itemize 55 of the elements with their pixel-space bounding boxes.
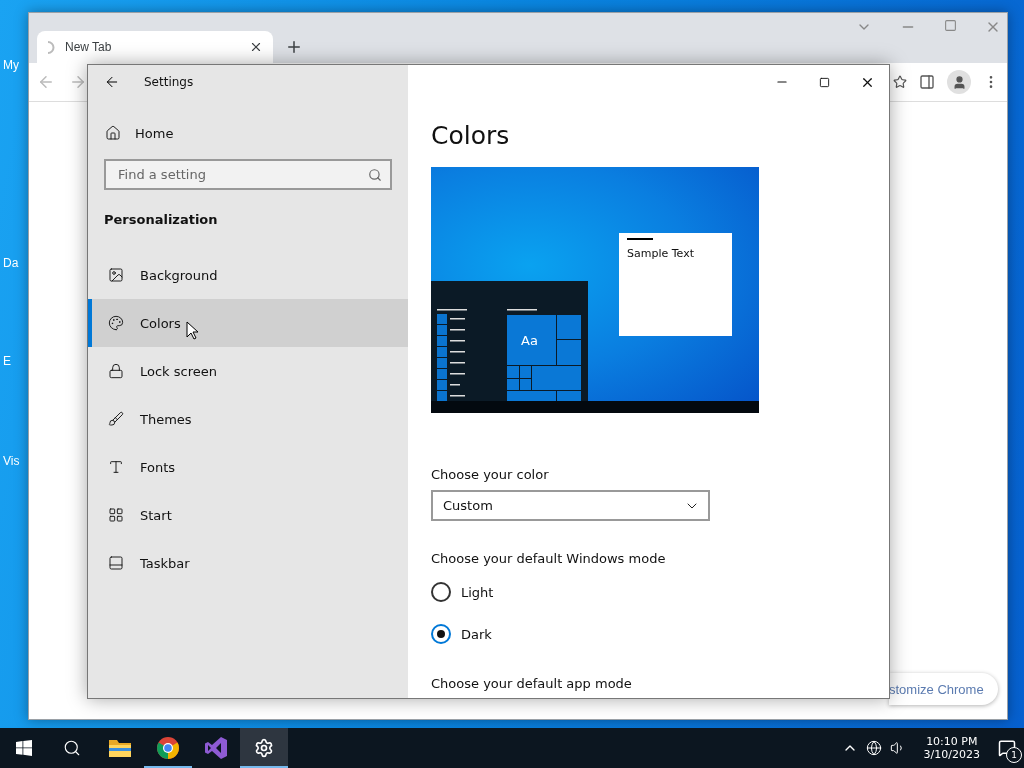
nav-item[interactable]: Taskbar: [88, 539, 408, 587]
nav-item[interactable]: Themes: [88, 395, 408, 443]
notifications-icon[interactable]: [998, 739, 1016, 757]
tile-label: Aa: [521, 333, 538, 348]
nav-item[interactable]: Fonts: [88, 443, 408, 491]
field-label: Choose your default app mode: [431, 676, 633, 691]
taskbar-icon: [108, 555, 124, 571]
search-icon: [368, 167, 382, 182]
radio-label: Dark: [461, 626, 492, 642]
nav-item[interactable]: Start: [88, 491, 408, 539]
grid-icon: [108, 507, 124, 523]
field-label: Choose your default Windows mode: [431, 551, 667, 566]
new-tab-icon[interactable]: [285, 38, 303, 56]
clock[interactable]: 10:10 PM 3/10/2023: [923, 735, 980, 761]
search-icon: [63, 739, 81, 757]
back-icon[interactable]: [104, 74, 120, 90]
picture-icon: [108, 267, 124, 283]
taskbar-app-button[interactable]: [240, 728, 288, 768]
page-title: Colors: [431, 121, 511, 151]
maximize-icon[interactable]: [819, 76, 830, 88]
notification-badge: 1: [1006, 747, 1022, 763]
section-heading: Personalization: [104, 212, 219, 227]
nav-item[interactable]: Background: [88, 251, 408, 299]
profile-button[interactable]: [947, 70, 971, 94]
palette-icon: [108, 315, 124, 331]
folder-icon: [109, 739, 131, 757]
customize-chrome-button[interactable]: stomize Chrome: [889, 673, 998, 705]
home-link[interactable]: Home: [88, 119, 408, 147]
star-icon[interactable]: [893, 75, 907, 89]
font-icon: [108, 459, 124, 475]
brush-icon: [108, 411, 124, 427]
color-dropdown[interactable]: Custom: [431, 490, 710, 521]
radio-button[interactable]: [431, 582, 451, 602]
field-label: Choose your color: [431, 467, 550, 482]
browser-tab[interactable]: New Tab: [37, 31, 273, 63]
search-input[interactable]: Find a setting: [116, 166, 368, 183]
search-field[interactable]: Find a setting: [104, 159, 392, 190]
nav-item[interactable]: Colors: [88, 299, 408, 347]
side-panel-icon[interactable]: [919, 74, 935, 90]
person-icon: [951, 74, 967, 90]
windows-logo-icon: [16, 740, 32, 756]
radio-label: Light: [461, 584, 494, 600]
sample-text: Sample Text: [627, 247, 695, 260]
radio-button[interactable]: [431, 624, 451, 644]
nav-item[interactable]: Lock screen: [88, 347, 408, 395]
infinity-logo-icon: [204, 736, 228, 760]
globe-icon[interactable]: [865, 740, 882, 756]
loading-spinner-icon: [47, 40, 55, 54]
close-tab-icon[interactable]: [249, 40, 263, 54]
lock-icon: [108, 363, 124, 379]
settings-icon: [254, 738, 274, 758]
home-icon: [105, 125, 121, 141]
chrome-logo-icon: [156, 736, 180, 760]
mouse-cursor-icon: [186, 321, 198, 340]
window-title: Settings: [144, 75, 194, 89]
